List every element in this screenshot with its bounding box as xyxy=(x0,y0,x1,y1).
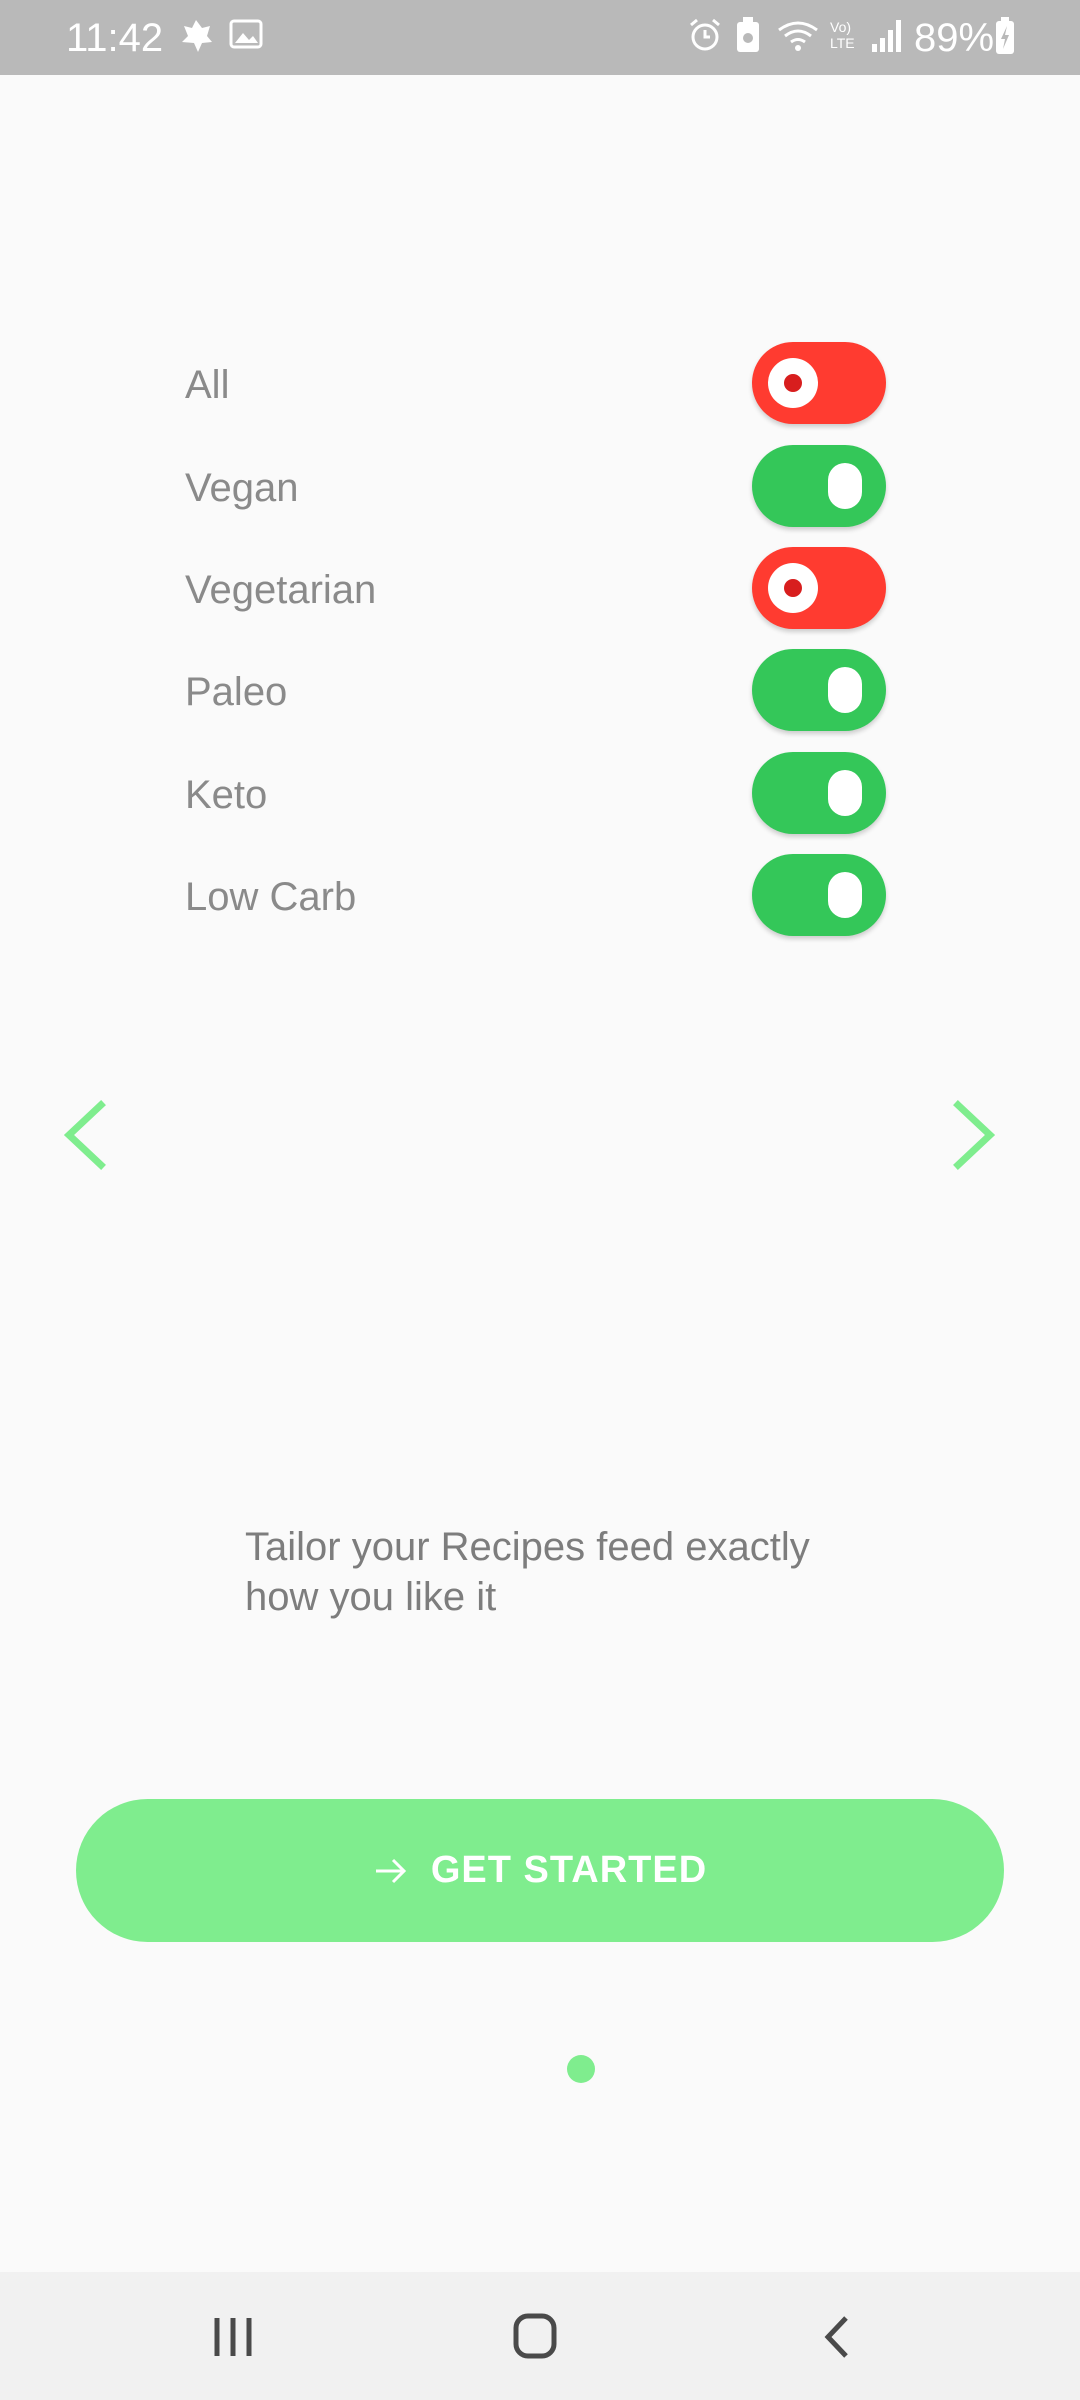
switch-knob xyxy=(768,563,818,613)
alarm-icon xyxy=(690,18,720,51)
onboarding-tagline: Tailor your Recipes feed exactly how you… xyxy=(245,1525,810,1619)
battery-charging-icon xyxy=(996,17,1014,54)
switch-knob xyxy=(768,358,818,408)
system-nav-bar xyxy=(0,2272,1080,2400)
leaf-notification-icon xyxy=(182,20,212,52)
previous-arrow-icon[interactable] xyxy=(61,1100,109,1170)
toggle-row-low-carb: Low Carb xyxy=(0,852,1080,942)
toggle-label: Keto xyxy=(185,773,268,817)
page-indicator-dot xyxy=(567,2055,595,2083)
next-arrow-icon[interactable] xyxy=(950,1100,998,1170)
signal-icon xyxy=(872,20,901,52)
toggle-label: Low Carb xyxy=(185,875,357,919)
toggle-label: All xyxy=(185,363,230,407)
wifi-icon xyxy=(778,21,818,51)
svg-text:LTE: LTE xyxy=(830,35,855,51)
back-icon[interactable] xyxy=(808,2312,868,2362)
svg-text:Vo): Vo) xyxy=(830,19,851,35)
toggle-row-all: All xyxy=(0,340,1080,430)
recent-apps-icon[interactable] xyxy=(203,2312,263,2362)
switch-knob xyxy=(828,463,862,509)
get-started-button[interactable]: GET STARTED xyxy=(76,1799,1004,1942)
vegetarian-switch[interactable] xyxy=(752,547,886,629)
toggle-label: Vegetarian xyxy=(185,568,377,612)
toggle-label: Vegan xyxy=(185,466,299,510)
toggle-row-keto: Keto xyxy=(0,750,1080,840)
switch-knob xyxy=(828,667,862,713)
get-started-label: GET STARTED xyxy=(430,1849,708,1891)
home-icon[interactable] xyxy=(505,2312,565,2362)
toggle-row-paleo: Paleo xyxy=(0,647,1080,737)
status-bar: 11:42 Vo) LTE 89% xyxy=(0,0,1080,75)
arrow-right-icon xyxy=(375,1858,406,1883)
battery-saver-icon xyxy=(737,17,759,52)
status-time: 11:42 xyxy=(66,16,164,60)
low-carb-switch[interactable] xyxy=(752,854,886,936)
toggle-row-vegan: Vegan xyxy=(0,443,1080,533)
volte-icon: Vo) LTE xyxy=(830,19,855,51)
switch-knob xyxy=(828,770,862,816)
toggle-row-vegetarian: Vegetarian xyxy=(0,545,1080,635)
battery-percentage: 89% xyxy=(914,16,995,60)
switch-knob xyxy=(828,872,862,918)
image-notification-icon xyxy=(229,19,263,49)
all-switch[interactable] xyxy=(752,342,886,424)
paleo-switch[interactable] xyxy=(752,649,886,731)
vegan-switch[interactable] xyxy=(752,445,886,527)
keto-switch[interactable] xyxy=(752,752,886,834)
toggle-label: Paleo xyxy=(185,670,288,714)
